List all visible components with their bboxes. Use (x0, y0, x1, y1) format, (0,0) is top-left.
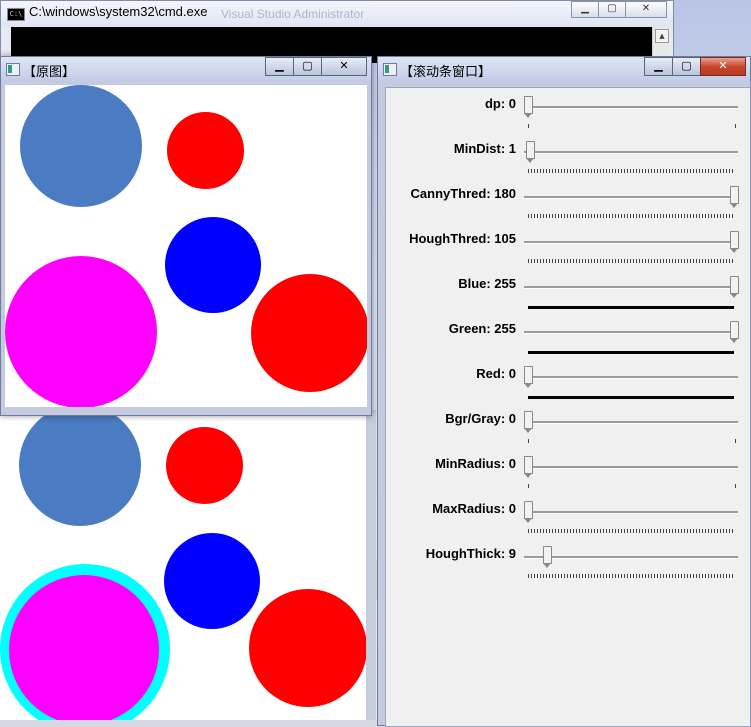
trackbar-track[interactable] (524, 196, 738, 199)
trackbar-label: CannyThred: 180 (410, 186, 516, 201)
trackbar-ticks (528, 396, 734, 399)
trackbar-window[interactable]: 【滚动条窗口】 ▁ ▢ ✕ dp: 0 MinDist: 1 CannyThred:… (377, 56, 751, 727)
image-window-titlebar[interactable]: 【原图】 ▁ ▢ ✕ (1, 57, 371, 81)
trackbar-label: HoughThick: 9 (425, 546, 516, 561)
trackbar-label: Blue: 255 (458, 276, 516, 291)
trackbar-ticks (528, 529, 734, 533)
trackbar-label: Green: 255 (448, 321, 516, 336)
scroll-up-icon[interactable]: ▲ (655, 29, 669, 43)
trackbar-thumb[interactable] (524, 456, 533, 478)
trackbar-row: HoughThred: 105 (386, 227, 751, 272)
trackbar-thumb[interactable] (524, 411, 533, 433)
trackbar-row: Bgr/Gray: 0 (386, 407, 751, 452)
trackbar-ticks (528, 351, 734, 354)
magenta-circle (5, 256, 157, 407)
trackbar-label: HoughThred: 105 (409, 231, 516, 246)
trackbar-panel: dp: 0 MinDist: 1 CannyThred: 180 HoughThred… (385, 87, 751, 727)
trackbar-label: Red: 0 (476, 366, 516, 381)
minimize-button[interactable]: ▁ (571, 1, 599, 18)
trackbar-thumb[interactable] (730, 231, 739, 253)
trackbar-ticks (528, 169, 734, 173)
trackbar-label: Bgr/Gray: 0 (445, 411, 516, 426)
cmd-titlebar[interactable]: C:\ C:\windows\system32\cmd.exe Visual S… (1, 1, 673, 27)
trackbar-label: MaxRadius: 0 (432, 501, 516, 516)
trackbar-thumb[interactable] (524, 366, 533, 388)
trackbar-row: HoughThick: 9 (386, 542, 751, 587)
image-window-title: 【原图】 (23, 65, 76, 80)
trackbar-track[interactable] (524, 511, 738, 514)
cmd-title: C:\windows\system32\cmd.exe (29, 4, 208, 19)
trackbar-thumb[interactable] (730, 186, 739, 208)
minimize-button[interactable]: ▁ (265, 57, 294, 76)
trackbar-track[interactable] (524, 556, 738, 559)
minimize-button[interactable]: ▁ (644, 57, 673, 76)
steel-blue-circle (20, 85, 142, 207)
blue-circle (165, 217, 261, 313)
steel-blue-circle (19, 410, 141, 526)
red-circle-small (167, 112, 244, 189)
trackbar-row: MinRadius: 0 (386, 452, 751, 497)
red-circle-small (166, 427, 243, 504)
red-circle-large (251, 274, 367, 392)
cmd-subtitle: Visual Studio Administrator (221, 7, 365, 21)
trackbar-window-controls: ▁ ▢ ✕ (644, 57, 746, 76)
opencv-window-icon (383, 63, 397, 76)
trackbar-track[interactable] (524, 466, 738, 469)
trackbar-thumb[interactable] (542, 546, 552, 568)
trackbar-row: CannyThred: 180 (386, 182, 751, 227)
trackbar-track[interactable] (524, 286, 738, 289)
cmd-window-controls: ▁ ▢ ✕ (571, 1, 667, 18)
red-circle-large (249, 589, 366, 707)
trackbar-ticks (528, 574, 734, 578)
trackbar-ticks (528, 306, 734, 309)
trackbar-label: MinDist: 1 (453, 141, 516, 156)
trackbar-ticks (528, 439, 736, 443)
trackbar-thumb[interactable] (524, 501, 533, 523)
trackbar-window-titlebar[interactable]: 【滚动条窗口】 ▁ ▢ ✕ (378, 57, 750, 81)
trackbar-track[interactable] (524, 106, 738, 109)
trackbar-thumb[interactable] (730, 321, 739, 343)
trackbar-thumb[interactable] (730, 276, 739, 298)
magenta-circle (9, 575, 159, 720)
image-window-controls: ▁ ▢ ✕ (265, 57, 367, 76)
blue-circle (164, 533, 260, 629)
trackbar-row: MinDist: 1 (386, 137, 751, 182)
maximize-button[interactable]: ▢ (672, 57, 701, 76)
cmd-window[interactable]: C:\ C:\windows\system32\cmd.exe Visual S… (0, 0, 674, 63)
original-image-window[interactable]: 【原图】 ▁ ▢ ✕ (0, 56, 372, 416)
trackbar-ticks (528, 124, 736, 128)
opencv-window-icon (6, 63, 20, 76)
trackbar-label: dp: 0 (484, 96, 516, 111)
trackbar-row: MaxRadius: 0 (386, 497, 751, 542)
trackbar-window-title: 【滚动条窗口】 (400, 65, 492, 80)
trackbar-row: Red: 0 (386, 362, 751, 407)
trackbar-track[interactable] (524, 376, 738, 379)
maximize-button[interactable]: ▢ (598, 1, 626, 18)
close-button[interactable]: ✕ (625, 1, 667, 18)
maximize-button[interactable]: ▢ (293, 57, 322, 76)
trackbar-track[interactable] (524, 151, 738, 154)
original-image (5, 85, 367, 407)
trackbar-thumb[interactable] (526, 141, 536, 163)
result-image (0, 410, 366, 720)
cmd-icon: C:\ (7, 8, 25, 21)
trackbar-track[interactable] (524, 331, 738, 334)
window-frame (366, 410, 376, 720)
close-button[interactable]: ✕ (321, 57, 367, 76)
trackbar-row: Blue: 255 (386, 272, 751, 317)
trackbar-thumb[interactable] (524, 96, 533, 118)
trackbar-track[interactable] (524, 421, 738, 424)
trackbar-track[interactable] (524, 241, 738, 244)
trackbar-label: MinRadius: 0 (435, 456, 516, 471)
trackbar-ticks (528, 484, 736, 488)
trackbar-ticks (528, 259, 734, 263)
trackbar-ticks (528, 214, 734, 218)
trackbar-row: Green: 255 (386, 317, 751, 362)
trackbar-row: dp: 0 (386, 92, 751, 137)
close-button[interactable]: ✕ (700, 57, 746, 76)
